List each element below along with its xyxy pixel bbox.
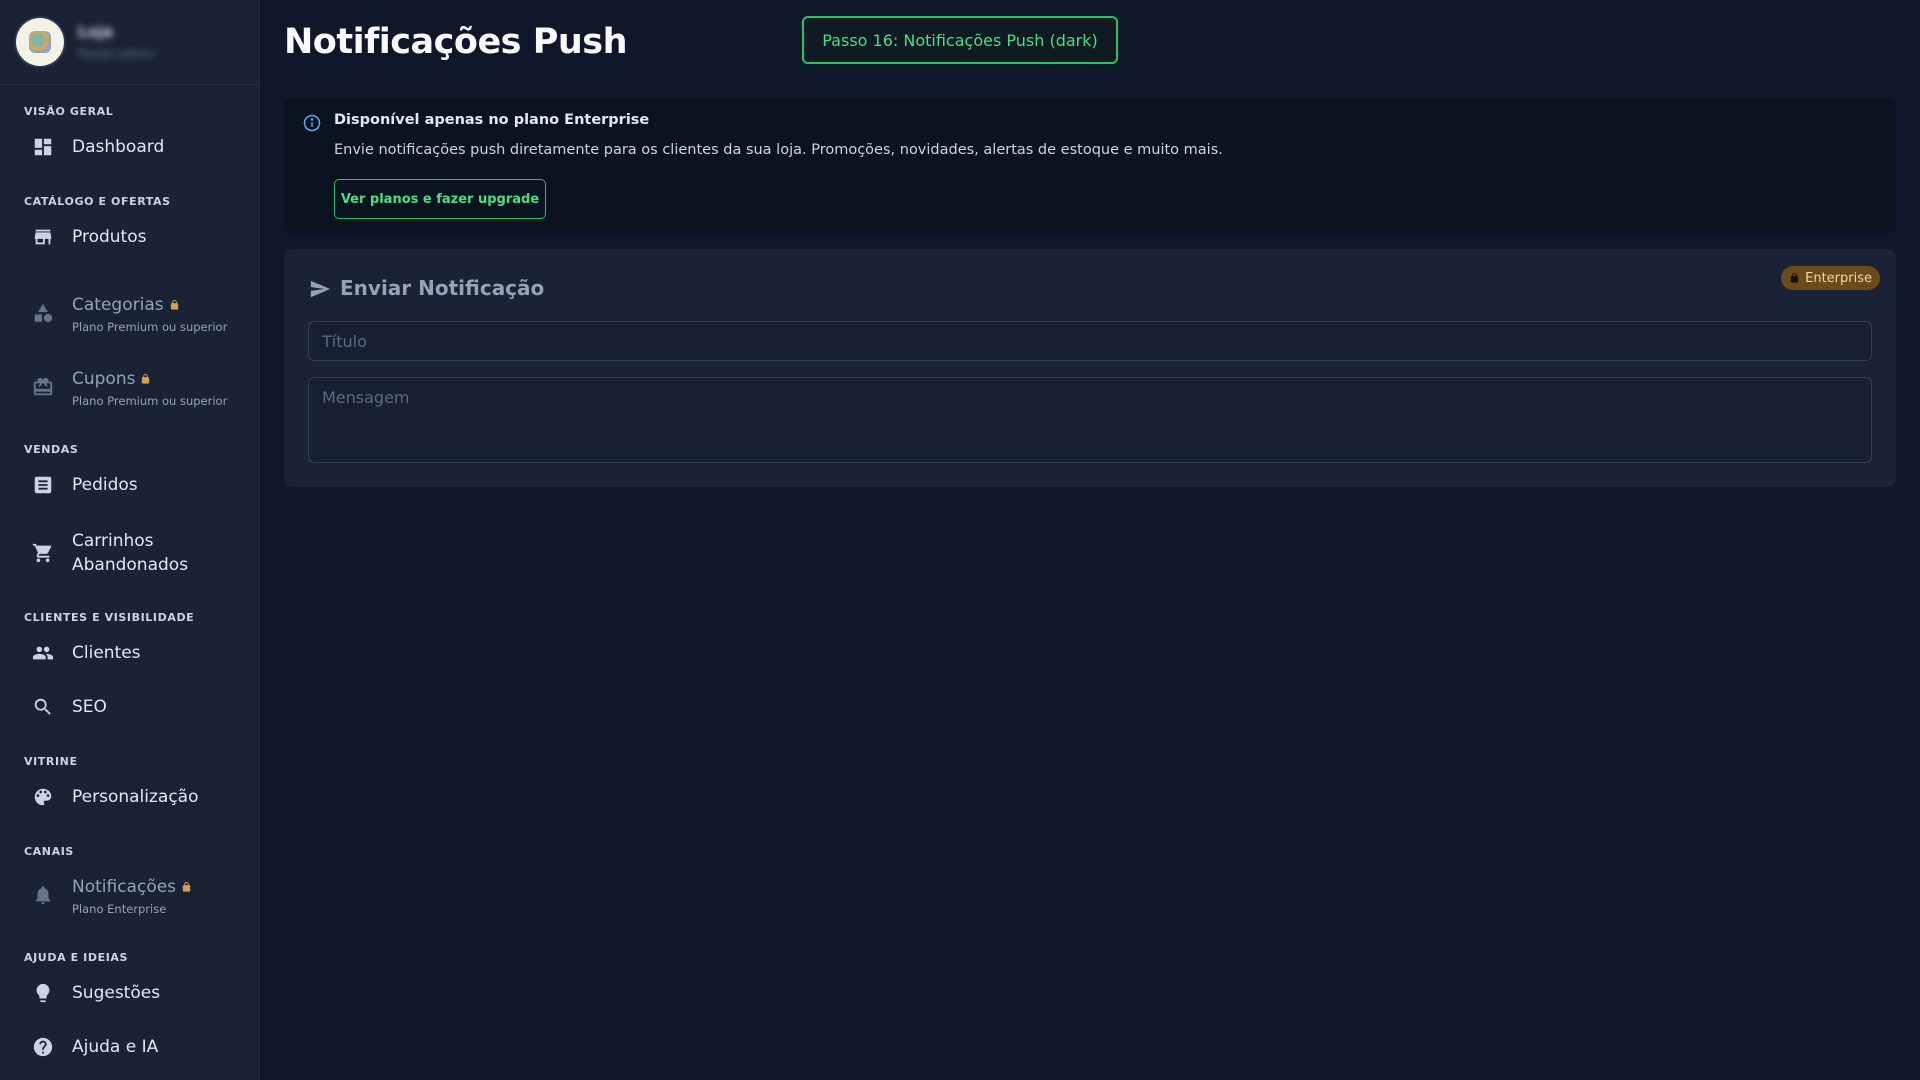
- section-title-visao-geral: Visão Geral: [24, 105, 114, 118]
- category-shapes-icon: [32, 302, 54, 324]
- notification-title-input[interactable]: [308, 321, 1872, 361]
- info-circle-icon: [302, 113, 322, 133]
- archive-box-icon: [32, 226, 54, 248]
- info-text: Envie notificações push diretamente para…: [334, 142, 1223, 158]
- lock-icon: [1789, 272, 1800, 284]
- store-brand-text: Loja Painel admin: [78, 23, 155, 61]
- send-icon: [308, 278, 332, 300]
- sidebar-item-plan-note: Plano Enterprise: [72, 901, 167, 916]
- store-subtitle: Painel admin: [78, 47, 156, 61]
- send-notification-title: Enviar Notificação: [340, 276, 545, 300]
- page-title: Notificações Push: [284, 22, 628, 62]
- sidebar-item-notificacoes[interactable]: Notificações Plano Enterprise: [0, 863, 259, 927]
- step-badge: Passo 16: Notificações Push (dark): [802, 16, 1118, 64]
- main-content: Notificações Push Passo 16: Notificações…: [284, 0, 1896, 1080]
- sidebar-item-ajuda-ia[interactable]: Ajuda e IA: [0, 1023, 259, 1071]
- sidebar: Loja Painel admin Visão Geral Dashboard …: [0, 0, 260, 1080]
- notification-message-input[interactable]: [308, 377, 1872, 463]
- dashboard-icon: [32, 136, 54, 158]
- sidebar-item-label: SEO: [72, 697, 107, 717]
- palette-icon: [32, 786, 54, 808]
- sidebar-item-label: Ajuda e IA: [72, 1037, 159, 1057]
- sidebar-item-sugestoes[interactable]: Sugestões: [0, 969, 259, 1017]
- section-title-clientes: Clientes e Visibilidade: [24, 611, 195, 624]
- sidebar-item-plan-note: Plano Premium ou superior: [72, 393, 228, 408]
- section-title-canais: Canais: [24, 845, 74, 858]
- section-title-vendas: Vendas: [24, 443, 79, 456]
- sidebar-item-label: Notificações: [72, 876, 177, 897]
- sidebar-item-label-line2: Abandonados: [72, 555, 189, 575]
- sidebar-item-seo[interactable]: SEO: [0, 683, 259, 731]
- sidebar-item-label: Dashboard: [72, 137, 165, 157]
- sidebar-item-categorias[interactable]: Categorias Plano Premium ou superior: [0, 281, 259, 345]
- upgrade-button[interactable]: Ver planos e fazer upgrade: [334, 179, 546, 219]
- lock-icon: [140, 373, 151, 385]
- receipt-list-icon: [32, 474, 54, 496]
- sidebar-item-produtos[interactable]: Produtos: [0, 213, 259, 261]
- store-brand[interactable]: Loja Painel admin: [0, 0, 259, 85]
- enterprise-badge: Enterprise: [1781, 266, 1880, 290]
- lock-icon: [181, 881, 192, 893]
- sidebar-item-label: Categorias: [72, 294, 164, 315]
- info-title: Disponível apenas no plano Enterprise: [334, 112, 650, 128]
- section-title-ajuda: Ajuda e Ideias: [24, 951, 129, 964]
- help-circle-icon: [32, 1036, 54, 1058]
- section-title-catalogo: Catálogo e Ofertas: [24, 195, 171, 208]
- sidebar-item-label: Produtos: [72, 227, 147, 247]
- section-title-vitrine: Vitrine: [24, 755, 78, 768]
- enterprise-badge-label: Enterprise: [1805, 270, 1872, 286]
- people-icon: [32, 642, 54, 664]
- sidebar-nav: Visão Geral Dashboard Catálogo e Ofertas…: [0, 85, 259, 1071]
- sidebar-item-clientes[interactable]: Clientes: [0, 629, 259, 677]
- sidebar-item-label: Clientes: [72, 643, 141, 663]
- sidebar-item-pedidos[interactable]: Pedidos: [0, 461, 259, 509]
- store-logo-avatar: [16, 18, 64, 66]
- sidebar-item-cupons[interactable]: Cupons Plano Premium ou superior: [0, 355, 259, 419]
- bell-icon: [32, 884, 54, 906]
- sidebar-item-dashboard[interactable]: Dashboard: [0, 123, 259, 171]
- store-name: Loja: [78, 23, 114, 41]
- sidebar-item-label: Pedidos: [72, 475, 138, 495]
- search-icon: [32, 696, 54, 718]
- shopping-cart-icon: [32, 542, 54, 564]
- send-notification-card: Enviar Notificação Enterprise: [284, 249, 1896, 487]
- sidebar-item-label: Sugestões: [72, 983, 161, 1003]
- sidebar-item-plan-note: Plano Premium ou superior: [72, 319, 228, 334]
- sidebar-item-label: Personalização: [72, 787, 199, 807]
- lightbulb-icon: [32, 982, 54, 1004]
- sidebar-item-carrinhos-abandonados[interactable]: Carrinhos Abandonados: [0, 519, 259, 587]
- sidebar-item-personalizacao[interactable]: Personalização: [0, 773, 259, 821]
- lock-icon: [169, 299, 180, 311]
- sidebar-item-label: Cupons: [72, 368, 136, 389]
- sidebar-item-label-line1: Carrinhos: [72, 531, 154, 551]
- enterprise-info-card: Disponível apenas no plano Enterprise En…: [284, 98, 1896, 233]
- gift-card-icon: [32, 376, 54, 398]
